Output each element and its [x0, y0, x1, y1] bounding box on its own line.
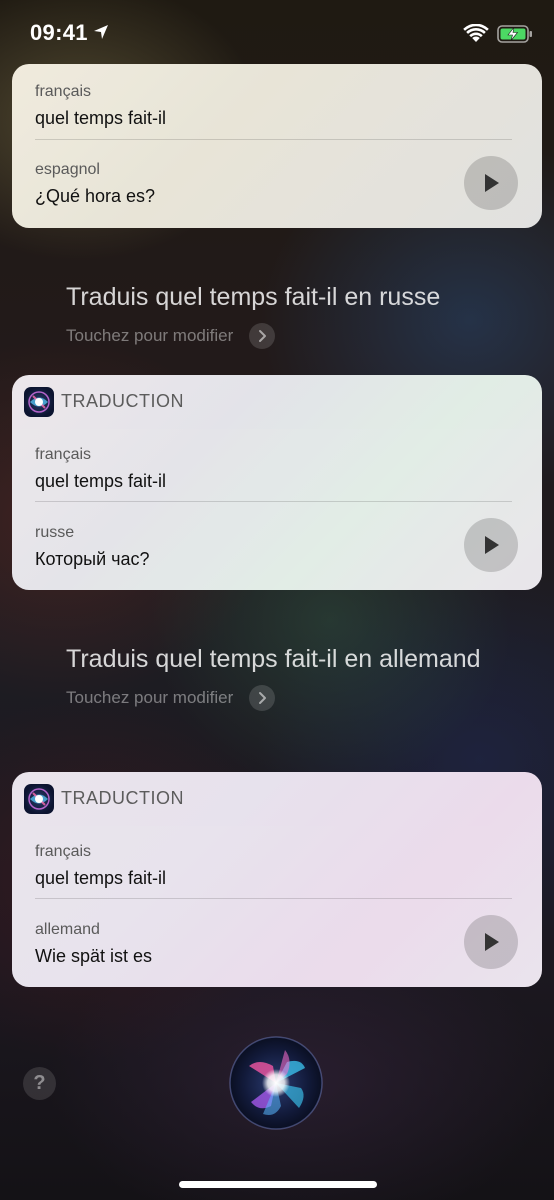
- siri-orb-button[interactable]: [229, 1036, 323, 1130]
- target-text: Wie spät ist es: [35, 946, 153, 966]
- card-app-title: TRADUCTION: [61, 391, 184, 411]
- status-bar: 09:41: [0, 0, 554, 62]
- source-text: quel temps fait-il: [35, 471, 167, 491]
- request-text[interactable]: Traduis quel temps fait-il en russe: [66, 280, 516, 315]
- play-button[interactable]: [464, 518, 518, 572]
- divider: [35, 501, 512, 502]
- location-arrow-icon: [94, 25, 108, 39]
- request-text[interactable]: Traduis quel temps fait-il en allemand: [66, 642, 516, 677]
- battery-charging-icon: [497, 25, 532, 43]
- translation-card-russian: TRADUCTION français quel temps fait-il r…: [12, 375, 542, 590]
- card-app-title: TRADUCTION: [61, 788, 184, 808]
- source-text: quel temps fait-il: [35, 108, 167, 128]
- card-body: français quel temps fait-il allemand Wie…: [12, 826, 542, 987]
- divider: [35, 898, 512, 899]
- siri-request-german[interactable]: Traduis quel temps fait-il en allemand T…: [66, 642, 516, 711]
- source-language-label: français: [35, 83, 92, 100]
- source-language-label: français: [35, 446, 92, 463]
- target-text: Который час?: [35, 549, 150, 569]
- help-icon: ?: [33, 1072, 46, 1094]
- chevron-right-icon: [259, 692, 267, 704]
- card-body: français quel temps fait-il russe Которы…: [12, 429, 542, 590]
- target-language-label: allemand: [35, 921, 100, 938]
- play-icon: [485, 536, 499, 554]
- card-body: français quel temps fait-il espagnol ¿Qu…: [12, 64, 542, 228]
- play-button[interactable]: [464, 156, 518, 210]
- siri-request-russian[interactable]: Traduis quel temps fait-il en russe Touc…: [66, 280, 516, 349]
- target-language-label: russe: [35, 524, 75, 541]
- source-text: quel temps fait-il: [35, 868, 167, 888]
- wifi-icon: [463, 24, 489, 42]
- status-time: 09:41: [30, 20, 88, 45]
- siri-orb-icon: [229, 1036, 323, 1130]
- edit-hint[interactable]: Touchez pour modifier: [66, 688, 233, 708]
- edit-hint-row[interactable]: Touchez pour modifier: [66, 685, 516, 711]
- home-indicator[interactable]: [179, 1181, 377, 1188]
- help-button[interactable]: ?: [23, 1067, 56, 1100]
- target-text: ¿Qué hora es?: [35, 186, 156, 206]
- edit-hint-row[interactable]: Touchez pour modifier: [66, 323, 516, 349]
- siri-app-icon: [24, 784, 54, 814]
- source-language-label: français: [35, 843, 92, 860]
- siri-app-icon: [24, 387, 54, 417]
- card-header: TRADUCTION: [12, 375, 542, 429]
- edit-chevron-button[interactable]: [249, 685, 276, 711]
- chevron-right-icon: [259, 330, 267, 342]
- card-header: TRADUCTION: [12, 772, 542, 826]
- play-icon: [485, 933, 499, 951]
- edit-hint[interactable]: Touchez pour modifier: [66, 326, 233, 346]
- divider: [35, 139, 512, 140]
- translation-card-german: TRADUCTION français quel temps fait-il a…: [12, 772, 542, 987]
- translation-card-spanish: français quel temps fait-il espagnol ¿Qu…: [12, 64, 542, 228]
- play-button[interactable]: [464, 915, 518, 969]
- edit-chevron-button[interactable]: [249, 323, 276, 349]
- target-language-label: espagnol: [35, 161, 100, 178]
- play-icon: [485, 174, 499, 192]
